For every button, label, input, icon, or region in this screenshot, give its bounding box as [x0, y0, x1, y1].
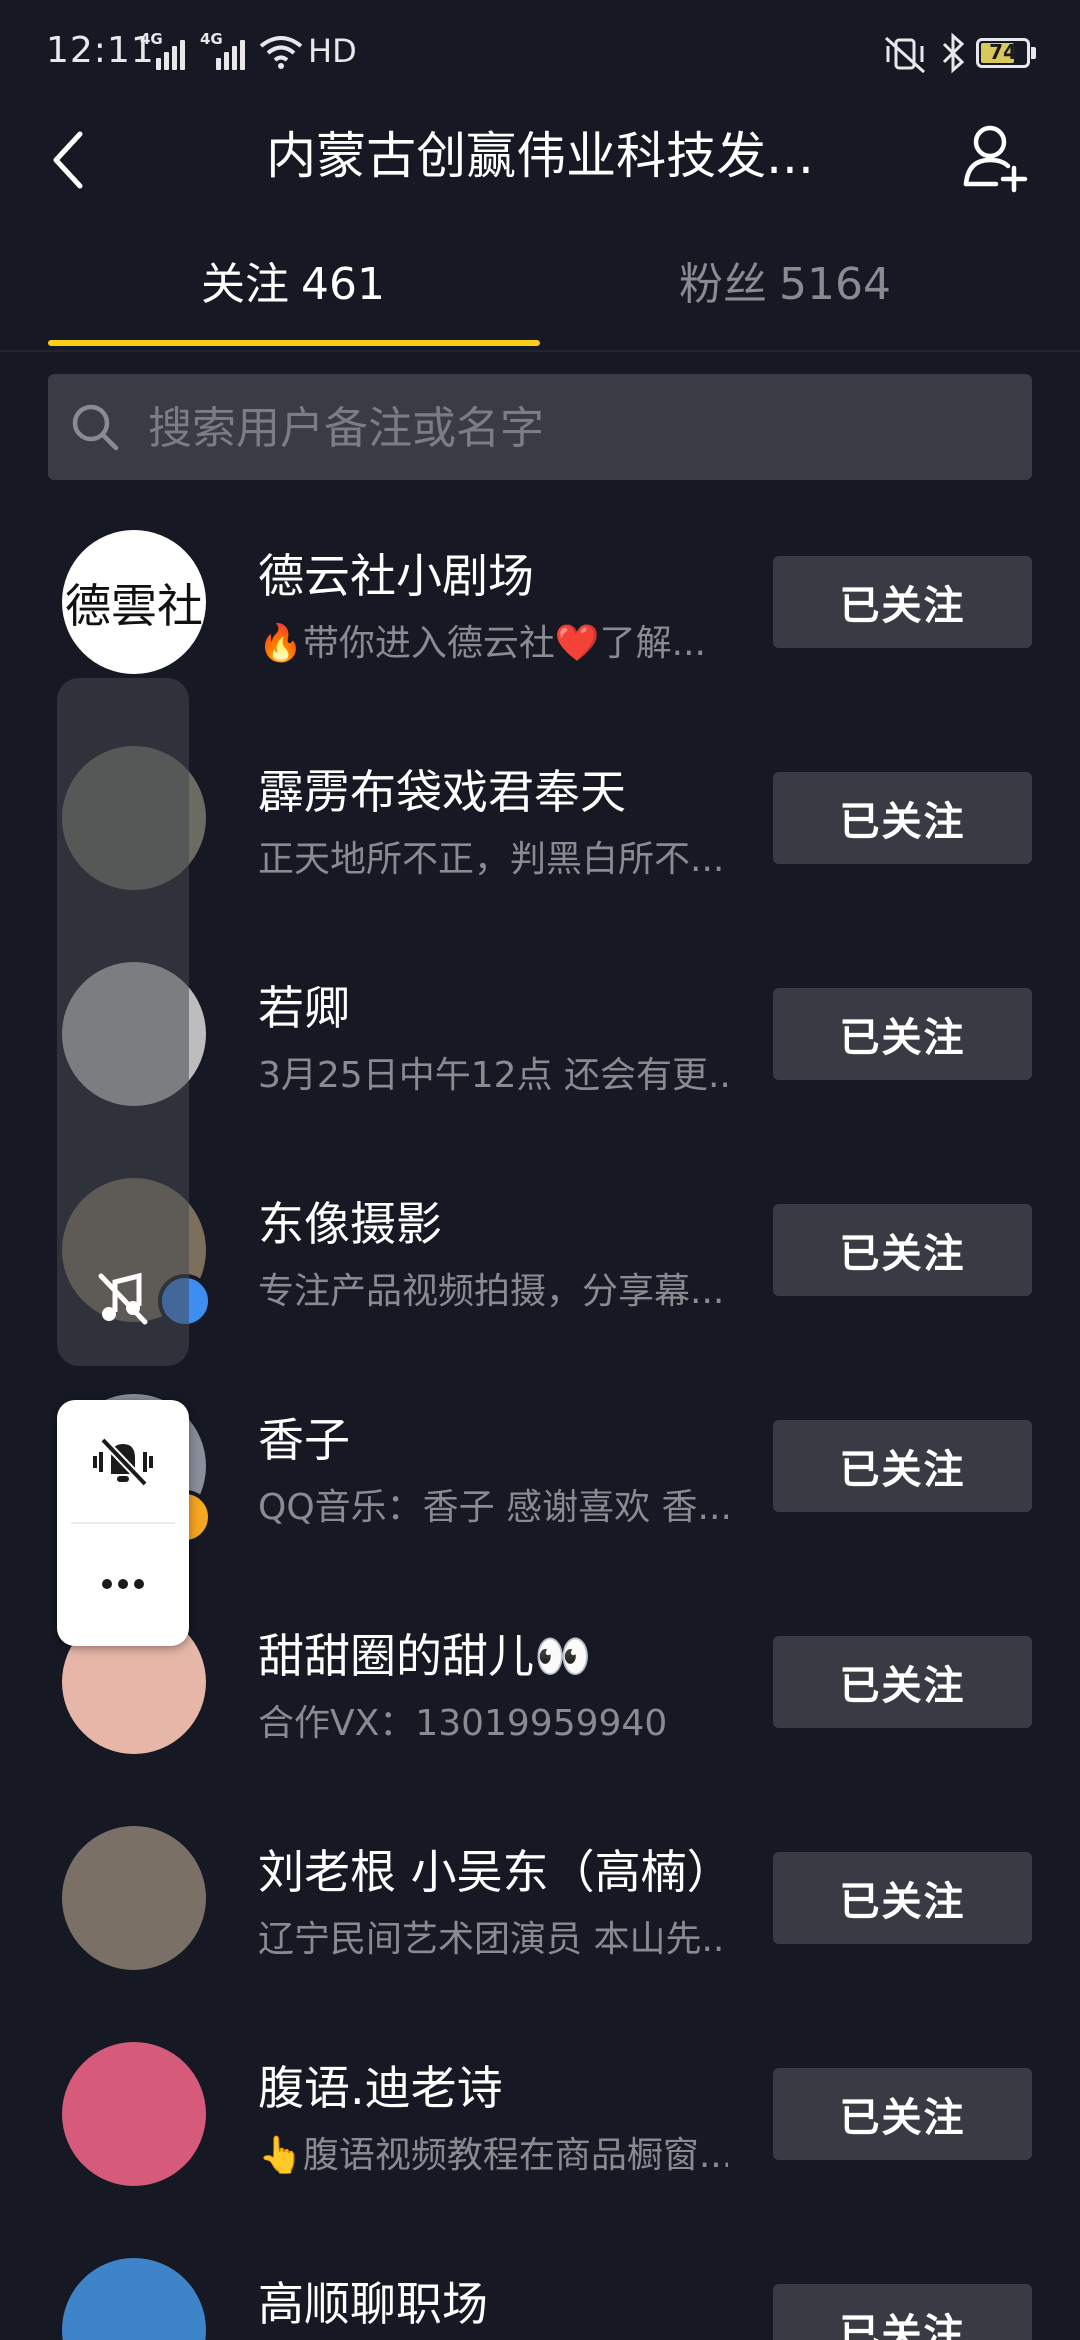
following-button[interactable]: 已关注 — [773, 1420, 1032, 1512]
header: 内蒙古创赢伟业科技发... — [0, 110, 1080, 240]
tab-bar: 关注 461 粉丝 5164 — [0, 240, 1080, 352]
tab-following[interactable]: 关注 461 — [48, 248, 538, 312]
tab-fans[interactable]: 粉丝 5164 — [540, 248, 1030, 312]
vibrate-mute-icon — [884, 36, 926, 74]
more-icon[interactable] — [91, 1556, 155, 1612]
status-bar: 12:11 4G 4G HD 74 — [0, 0, 1080, 110]
user-name[interactable]: 刘老根 小吴东（高楠） — [258, 1836, 733, 1902]
status-time: 12:11 — [46, 30, 155, 71]
user-name[interactable]: 霹雳布袋戏君奉天 — [258, 756, 626, 822]
battery-level: 74 — [989, 40, 1017, 64]
music-off-icon[interactable] — [93, 1268, 153, 1328]
user-description: 👆腹语视频教程在商品橱窗... — [258, 2135, 728, 2176]
search-icon — [72, 404, 119, 451]
tab-fans-label: 粉丝 — [679, 259, 767, 310]
user-description: QQ音乐：香子 感谢喜欢 香... — [258, 1487, 728, 1528]
hd-label: HD — [308, 32, 357, 70]
page-title: 内蒙古创赢伟业科技发... — [266, 127, 814, 185]
user-description: 🔥带你进入德云社❤️了解... — [258, 623, 706, 664]
user-name[interactable]: 德云社小剧场 — [258, 540, 534, 606]
user-name[interactable]: 甜甜圈的甜儿👀 — [258, 1620, 591, 1686]
tab-following-label: 关注 — [201, 259, 289, 310]
add-user-icon[interactable] — [962, 118, 1032, 198]
bell-off-icon[interactable] — [91, 1434, 155, 1490]
following-page: 12:11 4G 4G HD 74 内蒙古创赢伟业科技发... 关注 461 粉… — [0, 0, 1080, 2340]
following-button[interactable]: 已关注 — [773, 1852, 1032, 1944]
avatar[interactable]: 德雲社 — [62, 530, 206, 674]
following-button[interactable]: 已关注 — [773, 2068, 1032, 2160]
user-name[interactable]: 高顺聊职场 — [258, 2268, 488, 2334]
user-name[interactable]: 若卿 — [258, 972, 350, 1038]
divider — [71, 1522, 175, 1524]
user-name[interactable]: 东像摄影 — [258, 1188, 442, 1254]
user-name[interactable]: 腹语.迪老诗 — [258, 2052, 503, 2118]
user-description: 正天地所不正，判黑白所不... — [258, 839, 725, 880]
floating-control-panel — [57, 1400, 189, 1646]
user-description: 合作VX：13019959940 — [258, 1703, 668, 1744]
user-name[interactable]: 香子 — [258, 1404, 350, 1470]
active-tab-indicator — [48, 340, 540, 346]
following-button[interactable]: 已关注 — [773, 988, 1032, 1080]
following-button[interactable]: 已关注 — [773, 1636, 1032, 1728]
tab-following-count: 461 — [301, 259, 385, 310]
wifi-icon — [259, 36, 303, 69]
following-button[interactable]: 已关注 — [773, 1204, 1032, 1296]
list-item[interactable]: 刘老根 小吴东（高楠） 辽宁民间艺术团演员 本山先... 已关注 — [0, 1806, 1080, 2022]
tab-fans-count: 5164 — [779, 259, 891, 310]
bluetooth-icon — [942, 32, 965, 74]
list-item[interactable]: 高顺聊职场 已关注 — [0, 2238, 1080, 2340]
list-item[interactable]: 腹语.迪老诗 👆腹语视频教程在商品橱窗... 已关注 — [0, 2022, 1080, 2238]
avatar[interactable] — [62, 2042, 206, 2186]
search-input[interactable] — [146, 374, 1012, 482]
chevron-left-icon[interactable] — [44, 122, 94, 198]
battery-icon: 74 — [976, 38, 1030, 68]
battery-cap — [1031, 47, 1036, 59]
user-description: 专注产品视频拍摄，分享幕... — [258, 1271, 725, 1312]
floating-side-panel — [57, 678, 189, 1366]
search-box — [48, 374, 1032, 482]
avatar[interactable] — [62, 1826, 206, 1970]
following-button[interactable]: 已关注 — [773, 556, 1032, 648]
avatar-logo-text: 德雲社 — [65, 579, 203, 633]
following-button[interactable]: 已关注 — [773, 2284, 1032, 2340]
following-button[interactable]: 已关注 — [773, 772, 1032, 864]
avatar[interactable] — [62, 2258, 206, 2340]
user-description: 3月25日中午12点 还会有更... — [258, 1055, 728, 1096]
user-description: 辽宁民间艺术团演员 本山先... — [258, 1919, 728, 1960]
